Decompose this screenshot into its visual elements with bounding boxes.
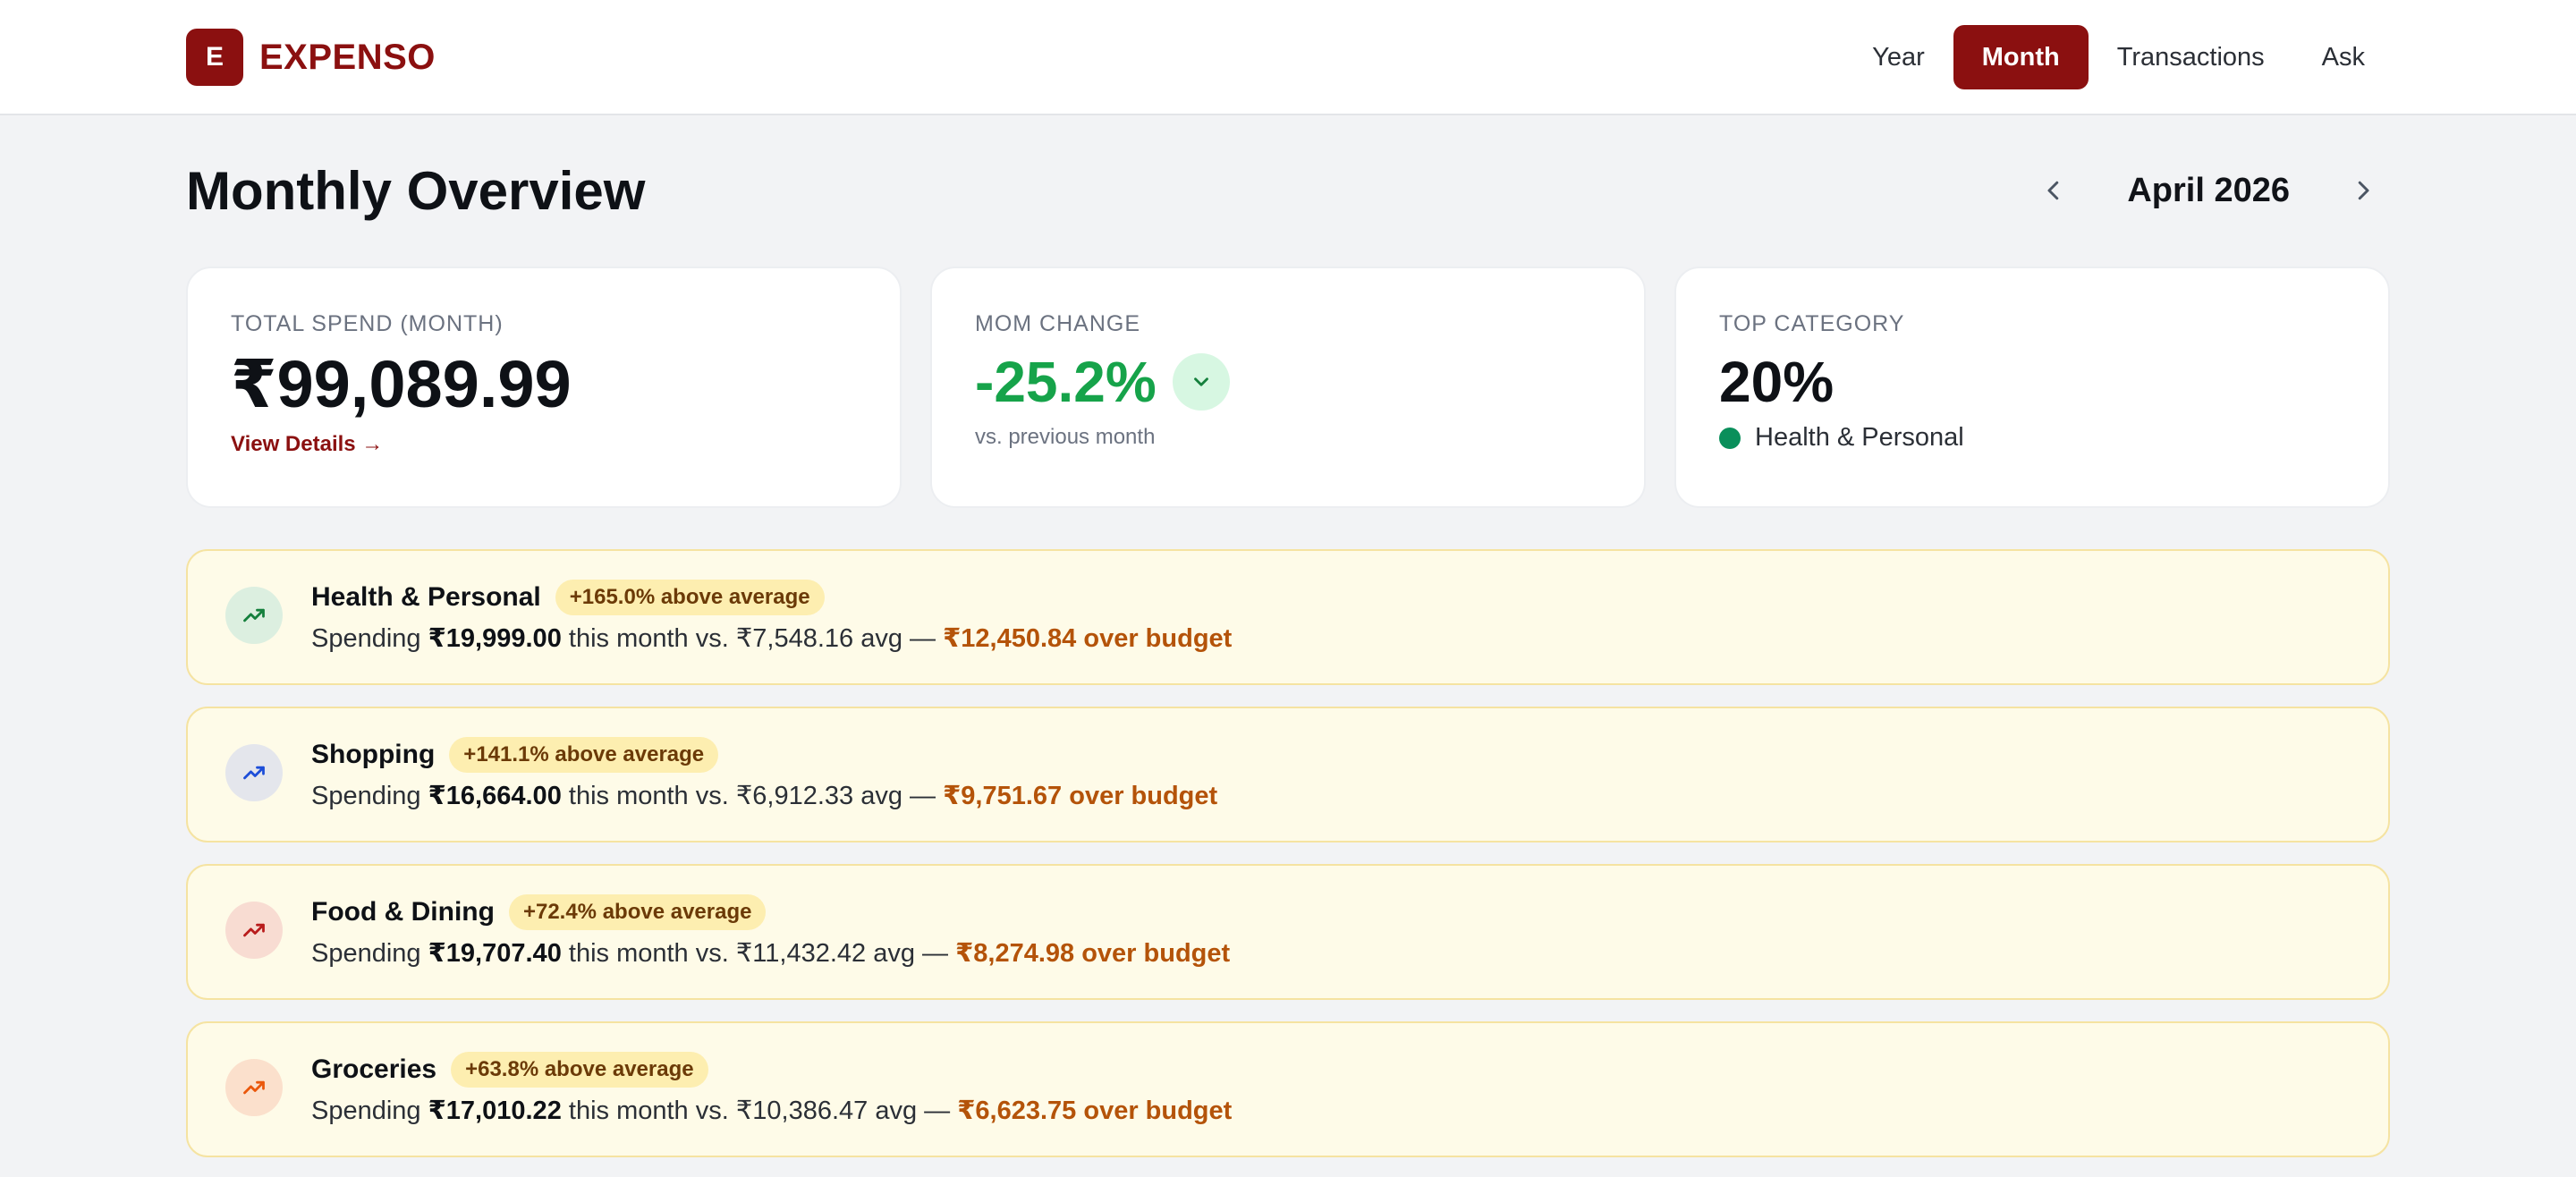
alert-category: Shopping [311,740,436,769]
alert-amount: ₹19,707.40 [428,939,562,968]
top-category-card: TOP CATEGORY 20% Health & Personal [1674,267,2390,508]
above-average-badge: +63.8% above average [451,1052,708,1088]
alert-amount: ₹17,010.22 [428,1097,562,1125]
alert-category: Food & Dining [311,897,495,927]
main-nav: Year Month Transactions Ask [1843,24,2394,90]
current-month: April 2026 [2127,171,2290,209]
mom-change-card: MOM CHANGE -25.2% vs. previous month [930,267,1646,508]
total-spend-value: ₹99,089.99 [231,347,572,421]
alert-item[interactable]: Food & Dining +72.4% above average Spend… [186,864,2390,1000]
alert-average: this month vs. ₹6,912.33 avg — [561,782,944,810]
total-spend-label: TOTAL SPEND (MONTH) [231,311,504,336]
alert-icon-badge [225,902,283,959]
alert-item[interactable]: Shopping +141.1% above average Spending … [186,707,2390,843]
alert-category: Groceries [311,1054,437,1084]
above-average-badge: +72.4% above average [508,894,767,930]
alert-detail: Spending ₹17,010.22 this month vs. ₹10,3… [311,1095,1232,1126]
alert-prefix: Spending [311,624,428,653]
mom-change-value: -25.2% [975,350,1157,414]
alert-over-budget: ₹8,274.98 over budget [955,939,1231,968]
trending-up-icon [243,923,265,937]
alert-prefix: Spending [311,1097,428,1125]
alert-average: this month vs. ₹10,386.47 avg — [561,1097,958,1125]
nav-ask[interactable]: Ask [2293,25,2394,89]
alert-amount: ₹19,999.00 [428,624,562,653]
brand[interactable]: E EXPENSO [186,29,436,86]
month-selector: April 2026 [2027,161,2390,220]
alert-prefix: Spending [311,939,428,968]
alert-icon-badge [225,1059,283,1116]
alert-item[interactable]: Health & Personal +165.0% above average … [186,549,2390,685]
chevron-down-icon [1193,377,1208,386]
above-average-badge: +165.0% above average [555,580,825,615]
alert-over-budget: ₹12,450.84 over budget [943,624,1233,653]
top-category-name: Health & Personal [1755,423,1964,452]
next-month-button[interactable] [2336,164,2390,217]
category-color-dot [1719,427,1741,449]
above-average-badge: +141.1% above average [449,737,719,773]
trending-up-icon [243,1080,265,1095]
alert-average: this month vs. ₹7,548.16 avg — [561,624,944,653]
nav-year[interactable]: Year [1843,25,1953,89]
alert-over-budget: ₹9,751.67 over budget [943,782,1218,810]
view-details-link[interactable]: View Details → [231,432,383,457]
trending-up-icon [243,608,265,622]
alert-amount: ₹16,664.00 [428,782,562,810]
alert-average: this month vs. ₹11,432.42 avg — [561,939,956,968]
mom-change-caption: vs. previous month [975,425,1156,449]
top-bar: E EXPENSO Year Month Transactions Ask [0,0,2576,115]
alert-prefix: Spending [311,782,428,810]
stat-cards: TOTAL SPEND (MONTH) ₹99,089.99 View Deta… [186,267,2390,508]
nav-month[interactable]: Month [1953,25,2089,89]
alert-detail: Spending ₹16,664.00 this month vs. ₹6,91… [311,780,1217,811]
nav-transactions[interactable]: Transactions [2089,25,2293,89]
brand-logo: E [186,29,243,86]
alert-icon-badge [225,587,283,644]
brand-name: EXPENSO [259,37,436,77]
alert-icon-badge [225,744,283,801]
mom-change-label: MOM CHANGE [975,311,1140,336]
chevron-right-icon [2358,181,2369,200]
page-title: Monthly Overview [186,161,646,221]
alert-item[interactable]: Groceries +63.8% above average Spending … [186,1021,2390,1157]
alert-detail: Spending ₹19,999.00 this month vs. ₹7,54… [311,622,1232,654]
total-spend-card: TOTAL SPEND (MONTH) ₹99,089.99 View Deta… [186,267,902,508]
top-category-label: TOP CATEGORY [1719,311,1905,336]
prev-month-button[interactable] [2027,164,2080,217]
alert-over-budget: ₹6,623.75 over budget [957,1097,1233,1125]
trend-badge [1172,353,1230,411]
overspend-alerts: Health & Personal +165.0% above average … [186,549,2390,1177]
chevron-left-icon [2047,181,2059,200]
trending-up-icon [243,766,265,780]
alert-detail: Spending ₹19,707.40 this month vs. ₹11,4… [311,937,1230,969]
alert-category: Health & Personal [311,582,541,612]
top-category-share: 20% [1719,350,1835,414]
